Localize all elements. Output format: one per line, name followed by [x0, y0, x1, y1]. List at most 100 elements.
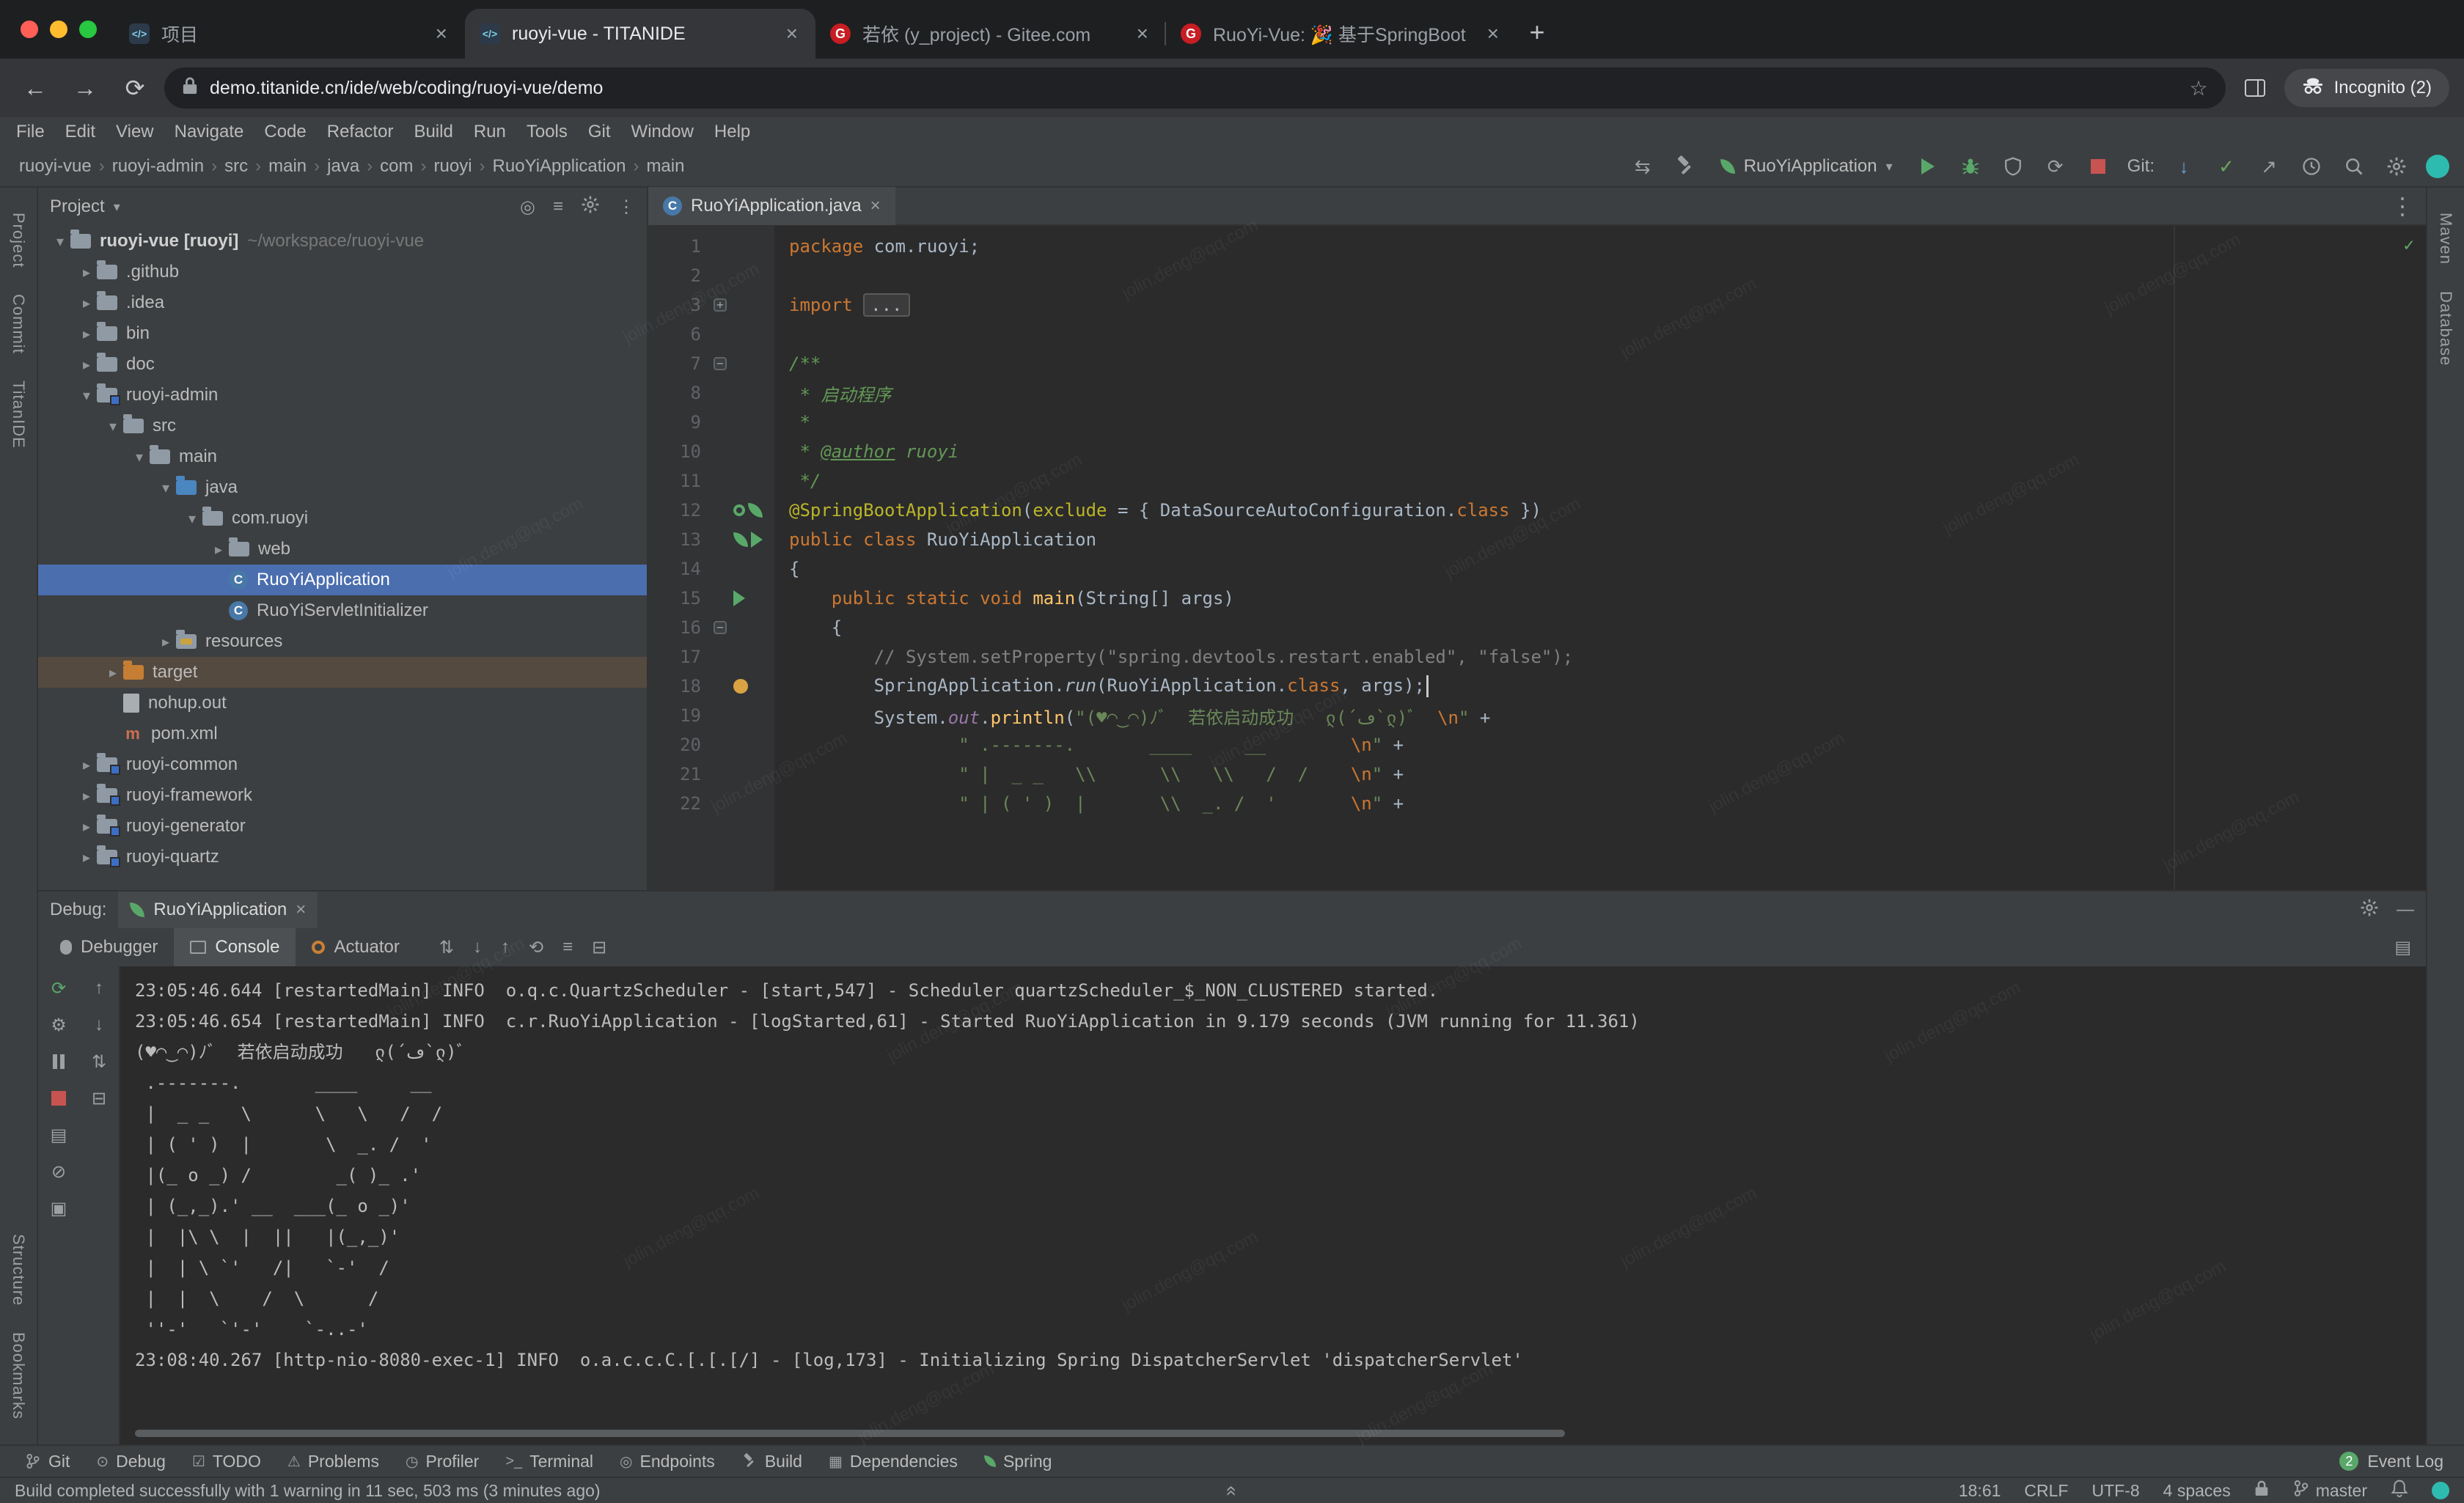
browser-tab[interactable]: G若依 (y_project) - Gitee.com× — [815, 9, 1166, 59]
browser-tab[interactable]: </>项目× — [114, 9, 465, 59]
tree-item-.idea[interactable]: ▸.idea — [38, 287, 647, 318]
back-button[interactable]: ← — [15, 67, 56, 109]
fold-minus-icon[interactable]: − — [714, 357, 727, 370]
fold-plus-icon[interactable]: + — [714, 298, 727, 312]
scroll-up-icon[interactable]: ↑ — [501, 937, 510, 958]
tab-close-button[interactable]: × — [433, 22, 450, 45]
breadcrumb-item[interactable]: main — [264, 156, 311, 177]
editor-tab[interactable]: C RuoYiApplication.java × — [648, 187, 895, 225]
tool-stripe-bookmarks[interactable]: Bookmarks — [9, 1319, 28, 1433]
status-message[interactable]: Build completed successfully with 1 warn… — [15, 1481, 601, 1501]
rerun-button[interactable]: ⟳ — [47, 978, 70, 999]
chevron-right-icon[interactable]: ▸ — [76, 325, 97, 343]
chevron-down-icon[interactable]: ▾ — [182, 510, 202, 528]
tree-item-src[interactable]: ▾src — [38, 411, 647, 441]
debug-tab-debugger[interactable]: Debugger — [44, 928, 174, 966]
ide-status-dot[interactable] — [2432, 1482, 2449, 1499]
tree-item-ruoyi-admin[interactable]: ▾ruoyi-admin — [38, 380, 647, 411]
tool-window-button-terminal[interactable]: >_Terminal — [492, 1445, 606, 1477]
tree-item-java[interactable]: ▾java — [38, 472, 647, 503]
step-over-icon[interactable]: ⇅ — [87, 1051, 111, 1072]
tree-item-ruoyiservletinitializer[interactable]: CRuoYiServletInitializer — [38, 595, 647, 626]
tool-window-button-profiler[interactable]: ◷Profiler — [392, 1445, 492, 1477]
menu-window[interactable]: Window — [621, 122, 704, 142]
push-button[interactable]: ↗ — [2256, 153, 2282, 180]
menu-navigate[interactable]: Navigate — [164, 122, 254, 142]
fold-marker[interactable]: + — [710, 298, 730, 312]
tree-item-resources[interactable]: ▸resources — [38, 626, 647, 657]
menu-run[interactable]: Run — [463, 122, 516, 142]
tool-stripe-database[interactable]: Database — [2436, 278, 2455, 379]
stop-button[interactable] — [2085, 153, 2111, 180]
tool-stripe-project[interactable]: Project — [9, 199, 28, 281]
menu-code[interactable]: Code — [254, 122, 316, 142]
tool-stripe-maven[interactable]: Maven — [2436, 199, 2455, 278]
chevron-right-icon[interactable]: ▸ — [76, 817, 97, 836]
tool-window-button-todo[interactable]: ☑TODO — [179, 1445, 274, 1477]
user-avatar[interactable] — [2426, 155, 2449, 178]
run-gutter-icon[interactable] — [733, 590, 745, 606]
tree-item-ruoyi-generator[interactable]: ▸ruoyi-generator — [38, 811, 647, 842]
debug-settings-icon[interactable]: ⚙ — [47, 1015, 70, 1035]
update-project-button[interactable]: ↓ — [2171, 153, 2197, 180]
chevron-right-icon[interactable]: ▸ — [76, 263, 97, 282]
editor-content[interactable]: ✓ 1package com.ruoyi;23+import ...67−/**… — [648, 226, 2426, 890]
tab-close-button[interactable]: × — [783, 22, 801, 45]
bean-gutter-icon[interactable] — [733, 504, 745, 516]
tree-item-ruoyi-common[interactable]: ▸ruoyi-common — [38, 749, 647, 780]
address-bar[interactable]: demo.titanide.cn/ide/web/coding/ruoyi-vu… — [164, 67, 2226, 109]
tool-stripe-titanide[interactable]: TitanIDE — [9, 367, 28, 462]
tool-window-button-git[interactable]: Git — [12, 1445, 83, 1477]
debug-tab-actuator[interactable]: Actuator — [296, 928, 415, 966]
breadcrumb-item[interactable]: com — [375, 156, 417, 177]
debug-button[interactable] — [1957, 153, 1984, 180]
chevron-right-icon[interactable]: ▸ — [76, 848, 97, 867]
run-gutter-icon[interactable] — [751, 532, 763, 548]
console-horizontal-scrollbar[interactable] — [135, 1430, 1565, 1437]
chevron-down-icon[interactable]: ▾ — [129, 448, 150, 466]
tool-window-button-debug[interactable]: ⊙Debug — [83, 1445, 179, 1477]
tab-close-button[interactable]: × — [1484, 22, 1502, 45]
console-output[interactable]: 23:05:46.644 [restartedMain] INFO o.q.c.… — [120, 966, 2426, 1444]
window-minimize-button[interactable] — [50, 21, 67, 38]
tree-item-com.ruoyi[interactable]: ▾com.ruoyi — [38, 503, 647, 534]
project-panel-title[interactable]: Project — [50, 196, 105, 217]
tree-item-.github[interactable]: ▸.github — [38, 257, 647, 287]
run-button[interactable] — [1915, 153, 1941, 180]
fold-marker[interactable]: − — [710, 357, 730, 370]
new-tab-button[interactable]: + — [1517, 12, 1558, 53]
pause-button[interactable] — [47, 1051, 70, 1072]
rerun-icon[interactable]: ⟳ — [2042, 153, 2069, 180]
breadcrumb-item[interactable]: RuoYiApplication — [488, 156, 631, 177]
layout-settings-icon[interactable]: ▤ — [2380, 937, 2426, 958]
chevron-right-icon[interactable]: ▸ — [155, 633, 176, 651]
run-configuration-selector[interactable]: RuoYiApplication ▾ — [1715, 156, 1899, 177]
tree-item-nohup.out[interactable]: nohup.out — [38, 688, 647, 719]
breadcrumb-item[interactable]: ruoyi — [430, 156, 477, 177]
tool-window-button-build[interactable]: Build — [728, 1445, 815, 1477]
fold-marker[interactable]: − — [710, 621, 730, 634]
side-panel-icon[interactable] — [2234, 67, 2276, 109]
line-ending-indicator[interactable]: CRLF — [2024, 1481, 2068, 1501]
menu-build[interactable]: Build — [403, 122, 463, 142]
hide-panel-icon[interactable]: ⋮ — [617, 196, 635, 218]
tool-window-button-dependencies[interactable]: ▦Dependencies — [815, 1445, 971, 1477]
scroll-down-icon[interactable]: ↓ — [473, 937, 482, 958]
forward-button[interactable]: → — [65, 67, 106, 109]
event-log-button[interactable]: 2 Event Log — [2339, 1452, 2452, 1471]
menu-help[interactable]: Help — [704, 122, 760, 142]
indent-indicator[interactable]: 4 spaces — [2163, 1481, 2231, 1501]
tree-item-web[interactable]: ▸web — [38, 534, 647, 565]
tree-item-ruoyi-quartz[interactable]: ▸ruoyi-quartz — [38, 842, 647, 872]
chevron-down-icon[interactable]: ▾ — [114, 199, 120, 215]
tree-item-pom.xml[interactable]: mpom.xml — [38, 719, 647, 749]
tool-window-button-problems[interactable]: ⚠Problems — [274, 1445, 392, 1477]
remove-icon[interactable]: ⊟ — [87, 1088, 111, 1109]
tree-item-main[interactable]: ▾main — [38, 441, 647, 472]
menu-file[interactable]: File — [6, 122, 55, 142]
printer-icon[interactable]: ▤ — [47, 1125, 70, 1145]
chevron-right-icon[interactable]: ▸ — [76, 356, 97, 374]
collapse-all-icon[interactable]: ≡ — [553, 196, 563, 217]
compare-icon[interactable]: ⇆ — [1629, 153, 1656, 180]
tool-window-button-endpoints[interactable]: ◎Endpoints — [606, 1445, 728, 1477]
